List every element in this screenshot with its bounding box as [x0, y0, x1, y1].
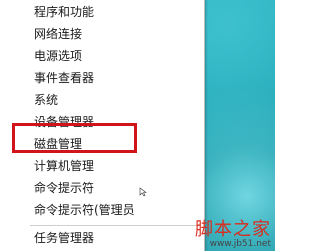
menu-item-network-connections[interactable]: 网络连接 [34, 25, 82, 44]
menu-item-system[interactable]: 系统 [34, 91, 58, 110]
menu-item-power-options[interactable]: 电源选项 [34, 47, 82, 66]
site-watermark: 脚本之家 www.jb51.net [195, 221, 271, 249]
watermark-title: 脚本之家 [195, 219, 271, 240]
menu-item-programs-and-features[interactable]: 程序和功能 [34, 3, 94, 22]
menu-item-command-prompt[interactable]: 命令提示符 [34, 179, 94, 198]
menu-item-event-viewer[interactable]: 事件查看器 [34, 69, 94, 88]
menu-item-task-manager[interactable]: 任务管理器 [34, 229, 94, 248]
desktop: 程序和功能 网络连接 电源选项 事件查看器 系统 设备管理器 磁盘管理 计算机管… [0, 0, 275, 251]
menu-separator [30, 225, 200, 226]
watermark-url: www.jb51.net [209, 239, 271, 249]
mouse-cursor-icon [139, 187, 147, 197]
menu-item-computer-management[interactable]: 计算机管理 [34, 157, 94, 176]
highlight-box-disk-management [12, 123, 137, 153]
desktop-background-glow [205, 0, 275, 251]
menu-item-command-prompt-admin[interactable]: 命令提示符(管理员 [34, 201, 135, 220]
